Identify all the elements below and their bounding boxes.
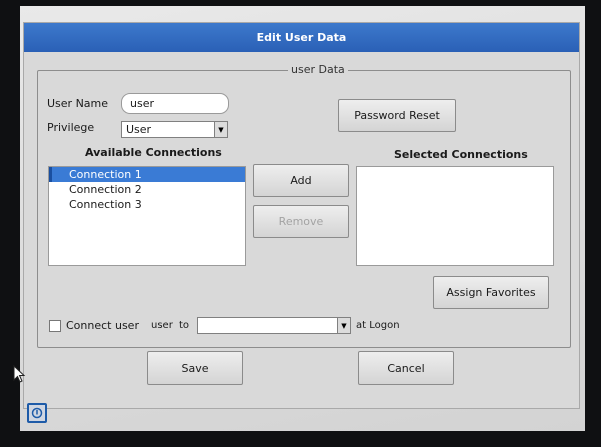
available-connections-list[interactable]: Connection 1 Connection 2 Connection 3 — [48, 166, 246, 266]
connect-target-select[interactable]: ▼ — [197, 317, 351, 334]
list-item-connection-3[interactable]: Connection 3 — [49, 197, 245, 212]
save-button[interactable]: Save — [147, 351, 243, 385]
add-button[interactable]: Add — [253, 164, 349, 197]
user-data-groupbox: user Data User Name user Privilege User … — [37, 63, 571, 348]
connect-user-label: Connect user — [66, 319, 139, 332]
password-reset-button[interactable]: Password Reset — [338, 99, 456, 132]
list-item-connection-2[interactable]: Connection 2 — [49, 182, 245, 197]
mouse-pointer-icon — [13, 365, 26, 383]
connect-user-text: user — [151, 320, 173, 331]
dialog-title: Edit User Data — [256, 31, 347, 44]
at-logon-text: at Logon — [356, 320, 400, 331]
edit-user-dialog: Edit User Data user Data User Name user … — [23, 22, 580, 409]
connect-user-checkbox[interactable] — [49, 320, 61, 332]
connect-to-text: to — [179, 320, 190, 331]
user-name-input[interactable]: user — [121, 93, 229, 114]
power-icon[interactable] — [27, 403, 47, 423]
available-connections-heading: Available Connections — [85, 146, 222, 159]
list-item-connection-1[interactable]: Connection 1 — [49, 167, 245, 182]
privilege-value: User — [126, 123, 152, 136]
selected-connections-heading: Selected Connections — [394, 148, 528, 161]
cancel-button[interactable]: Cancel — [358, 351, 454, 385]
privilege-label: Privilege — [47, 121, 95, 134]
screen: Edit User Data user Data User Name user … — [20, 6, 585, 431]
assign-favorites-button[interactable]: Assign Favorites — [433, 276, 549, 309]
chevron-down-icon[interactable]: ▼ — [337, 318, 350, 333]
chevron-down-icon[interactable]: ▼ — [214, 122, 227, 137]
group-legend: user Data — [288, 63, 348, 76]
selected-connections-list[interactable] — [356, 166, 554, 266]
dialog-titlebar: Edit User Data — [24, 23, 579, 52]
remove-button[interactable]: Remove — [253, 205, 349, 238]
user-name-value: user — [130, 97, 154, 110]
user-name-label: User Name — [47, 97, 109, 110]
privilege-select[interactable]: User ▼ — [121, 121, 228, 138]
power-icon-glyph — [31, 407, 43, 419]
